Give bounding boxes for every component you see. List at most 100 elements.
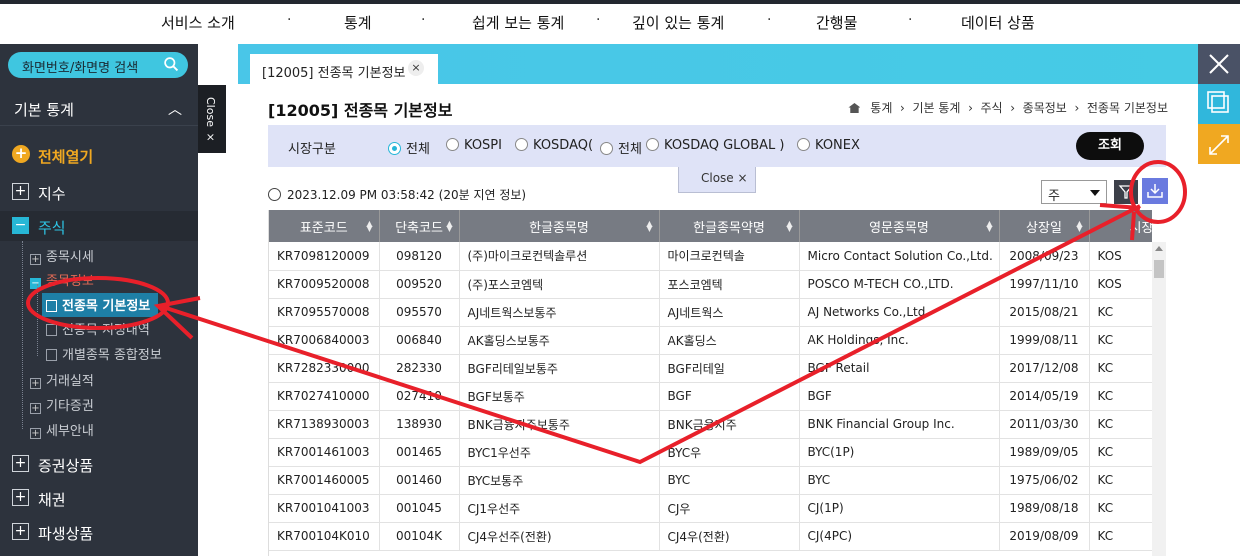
- column-header[interactable]: 상장일 ▲ ▼: [999, 210, 1090, 242]
- table-cell: 138930: [379, 410, 460, 439]
- column-header[interactable]: 표준코드 ▲ ▼: [269, 210, 380, 242]
- expand-button[interactable]: [1198, 124, 1240, 164]
- expand-icon: +: [30, 378, 41, 389]
- sidebar-item-designation-history[interactable]: 전종목 지정내역: [46, 319, 150, 338]
- nav-separator: ·: [596, 12, 601, 28]
- table-cell: 2008/09/23: [999, 242, 1090, 271]
- market-type-label: 시장구분: [288, 142, 336, 157]
- radio-icon: [388, 142, 401, 155]
- sort-icon: ▲ ▼: [646, 219, 653, 233]
- new-window-button[interactable]: [1198, 84, 1240, 124]
- sub-label: 전종목 기본정보: [62, 299, 151, 314]
- sidebar-item-index[interactable]: + 지수: [0, 177, 198, 207]
- search-icon[interactable]: [163, 56, 180, 73]
- breadcrumb-item[interactable]: 주식: [981, 101, 1003, 115]
- home-icon[interactable]: [848, 103, 861, 113]
- tab-all-stock-info[interactable]: [12005] 전종목 기본정보 ×: [250, 54, 438, 84]
- sidebar-item-derivatives[interactable]: + 파생상품: [0, 517, 198, 547]
- table-row[interactable]: KR7138930003 138930 BNK금융지주보통주 BNK금융지주 BNK F…: [269, 410, 1152, 439]
- chevron-up-icon[interactable]: ︿: [168, 99, 182, 119]
- sidebar-item-stock[interactable]: − 주식: [0, 211, 198, 241]
- sidebar-close-tab[interactable]: Close ×: [198, 85, 226, 153]
- column-header[interactable]: 단축코드 ▲ ▼: [379, 210, 460, 242]
- filter-button[interactable]: [1114, 180, 1138, 204]
- sidebar-sub-quotes[interactable]: + 종목시세: [30, 246, 94, 265]
- filter-close-button[interactable]: Close ×: [678, 167, 756, 193]
- sidebar-item-individual-info[interactable]: 개별종목 종합정보: [46, 344, 162, 363]
- open-all-label: 전체열기: [38, 148, 94, 166]
- table-cell: BNK Financial Group Inc.: [799, 410, 1000, 439]
- table-cell: KOS: [1089, 270, 1152, 299]
- table-cell: KC: [1089, 326, 1152, 355]
- column-header[interactable]: 한글종목명 ▲ ▼: [459, 210, 660, 242]
- sub-label: 종목정보: [46, 274, 94, 289]
- section-basic-statistics[interactable]: 기본 통계 ︿: [0, 90, 198, 126]
- radio-kospi[interactable]: KOSPI: [446, 138, 502, 153]
- expand-icon: +: [12, 455, 29, 472]
- radio-label: KOSPI: [464, 138, 502, 153]
- table-cell: KOS: [1089, 242, 1152, 271]
- table-row[interactable]: KR7006840003 006840 AK홀딩스보통주 AK홀딩스 AK Holdin…: [269, 326, 1152, 355]
- radio-icon: [646, 138, 659, 151]
- table-cell: 2015/08/21: [999, 298, 1090, 327]
- query-button[interactable]: 조회: [1076, 132, 1144, 160]
- nav-deep-statistics[interactable]: 깊이 있는 통계: [632, 12, 724, 33]
- table-row[interactable]: KR700104K010 00104K CJ4우선주(전환) CJ4우(전환) CJ(4…: [269, 522, 1152, 551]
- period-select[interactable]: 주: [1041, 180, 1107, 204]
- sidebar-item-securities-products[interactable]: + 증권상품: [0, 449, 198, 479]
- radio-all[interactable]: 전체: [388, 138, 430, 157]
- sidebar-sub-stock-info[interactable]: − 종목정보: [30, 270, 94, 289]
- scroll-up-icon[interactable]: [1155, 246, 1163, 251]
- sidebar-sub-trading[interactable]: + 거래실적: [30, 370, 94, 389]
- table-row[interactable]: KR7027410000 027410 BGF보통주 BGF BGF 2014/05/19…: [269, 382, 1152, 411]
- nav-statistics[interactable]: 통계: [344, 12, 372, 33]
- sidebar-sub-other-securities[interactable]: + 기타증권: [30, 395, 94, 414]
- close-panel-button[interactable]: [1198, 44, 1240, 84]
- nav-service-intro[interactable]: 서비스 소개: [161, 12, 235, 33]
- windows-icon: [1207, 91, 1229, 113]
- column-header[interactable]: 영문종목명 ▲ ▼: [799, 210, 1000, 242]
- table-cell: KR7098120009: [269, 242, 380, 271]
- radio-label: 전체: [406, 142, 430, 157]
- sidebar-item-bonds[interactable]: + 채권: [0, 483, 198, 513]
- table-row[interactable]: KR7001041003 001045 CJ1우선주 CJ우 CJ(1P) 1989/08…: [269, 494, 1152, 523]
- table-cell: 282330: [379, 354, 460, 383]
- download-button[interactable]: [1142, 178, 1168, 204]
- table-cell: 095570: [379, 298, 460, 327]
- table-row[interactable]: KR7009520008 009520 (주)포스코엠텍 포스코엠텍 POSCO M-T…: [269, 270, 1152, 299]
- sidebar-item-all-stock-info[interactable]: 전종목 기본정보: [42, 293, 159, 317]
- radio-konex[interactable]: KONEX: [797, 138, 860, 153]
- nav-data-products[interactable]: 데이터 상품: [961, 12, 1035, 33]
- radio-kosdaq[interactable]: KOSDAQ(: [515, 138, 593, 153]
- table-cell: KR7138930003: [269, 410, 380, 439]
- nav-publications[interactable]: 간행물: [816, 12, 857, 33]
- table-row[interactable]: KR7282330000 282330 BGF리테일보통주 BGF리테일 BGF Ret…: [269, 354, 1152, 383]
- sidebar-item-label: 증권상품: [38, 457, 94, 475]
- table-row[interactable]: KR7001461003 001465 BYC1우선주 BYC우 BYC(1P) 1989…: [269, 438, 1152, 467]
- close-icon[interactable]: ×: [408, 60, 424, 76]
- radio-kosdaq-global[interactable]: KOSDAQ GLOBAL ): [646, 138, 784, 153]
- screen-search-input[interactable]: 화면번호/화면명 검색: [8, 52, 188, 78]
- radio-kosdaq-all[interactable]: 전체: [600, 138, 642, 157]
- nav-easy-statistics[interactable]: 쉽게 보는 통계: [472, 12, 564, 33]
- table-row[interactable]: KR7001460005 001460 BYC보통주 BYC BYC 1975/06/02…: [269, 466, 1152, 495]
- table-scrollbar[interactable]: [1152, 242, 1166, 556]
- table-row[interactable]: KR7098120009 098120 (주)마이크로컨텍솔루션 마이크로컨텍솔 Mic…: [269, 242, 1152, 271]
- column-header[interactable]: 시장: [1089, 210, 1152, 242]
- scroll-thumb[interactable]: [1154, 260, 1164, 278]
- table-cell: KR7282330000: [269, 354, 380, 383]
- open-all-button[interactable]: + 전체열기: [0, 140, 198, 170]
- breadcrumb-item[interactable]: 통계: [870, 101, 892, 115]
- document-icon: [46, 349, 57, 361]
- sidebar-sub-detail-guide[interactable]: + 세부안내: [30, 420, 94, 439]
- table-cell: BYC1우선주: [459, 438, 660, 467]
- breadcrumb-item[interactable]: 종목정보: [1023, 101, 1067, 115]
- table-row[interactable]: KR7095570008 095570 AJ네트웍스보통주 AJ네트웍스 AJ Netw…: [269, 298, 1152, 327]
- column-header[interactable]: 한글종목약명 ▲ ▼: [659, 210, 800, 242]
- breadcrumb-item[interactable]: 기본 통계: [912, 101, 960, 115]
- table-header-row: 표준코드 ▲ ▼ 단축코드 ▲ ▼ 한글종목명 ▲ ▼ 한글종목약명 ▲ ▼ 영문종목명 ▲ ▼ 상…: [269, 210, 1152, 242]
- table-cell: BGF보통주: [459, 382, 660, 411]
- table-cell: BYC우: [659, 438, 800, 467]
- table-cell: CJ우: [659, 494, 800, 523]
- table-cell: CJ4우(전환): [659, 522, 800, 551]
